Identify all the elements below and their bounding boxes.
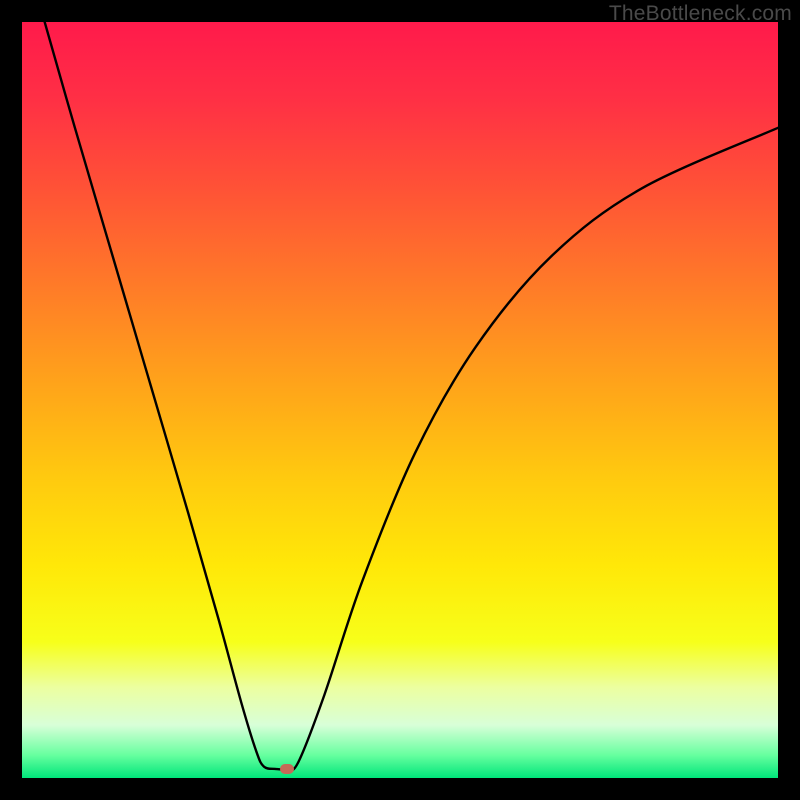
chart-frame: TheBottleneck.com	[0, 0, 800, 800]
bottleneck-curve	[22, 22, 778, 778]
plot-area	[22, 22, 778, 778]
watermark-label: TheBottleneck.com	[609, 2, 792, 26]
optimum-marker	[280, 764, 294, 774]
